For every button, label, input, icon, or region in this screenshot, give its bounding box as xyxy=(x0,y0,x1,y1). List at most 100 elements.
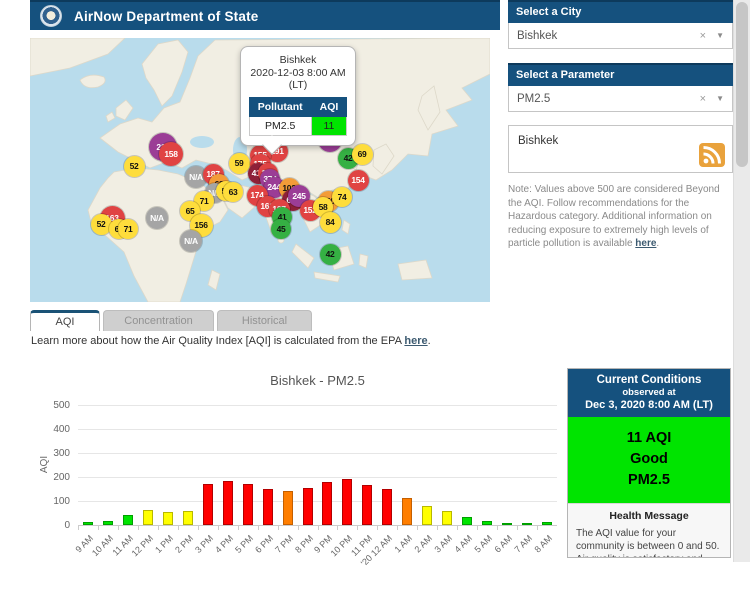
current-conditions-header: Current Conditions observed at Dec 3, 20… xyxy=(568,369,730,417)
city-select-value: Bishkek xyxy=(517,30,700,42)
aqi-world-map[interactable]: 21315852N/A18768N/A546359716515616352627… xyxy=(30,38,490,302)
chart-x-tick xyxy=(218,526,219,530)
chart-bar[interactable] xyxy=(263,489,273,525)
app-title: AirNow Department of State xyxy=(74,9,258,24)
map-aqi-marker[interactable]: 69 xyxy=(352,144,373,165)
clear-icon[interactable]: × xyxy=(700,30,706,42)
chart-bar[interactable] xyxy=(342,479,352,525)
chart-bar[interactable] xyxy=(482,521,492,525)
feed-box[interactable]: Bishkek xyxy=(508,125,733,173)
aqi-bar-chart: Bishkek - PM2.5 AQI 01002003004005009 AM… xyxy=(30,365,562,562)
learn-more-text: Learn more about how the Air Quality Ind… xyxy=(31,335,404,347)
tab-concentration[interactable]: Concentration xyxy=(103,310,214,331)
chart-x-tick xyxy=(437,526,438,530)
chart-x-tick xyxy=(258,526,259,530)
chart-x-tick xyxy=(497,526,498,530)
map-aqi-marker[interactable]: N/A xyxy=(180,230,202,252)
chart-x-tick xyxy=(517,526,518,530)
chart-y-tick-label: 400 xyxy=(38,424,70,435)
current-conditions-title: Current Conditions xyxy=(572,374,726,386)
chart-plot-area: 01002003004005009 AM10 AM11 AM12 PM1 PM2… xyxy=(78,406,557,526)
map-aqi-marker[interactable]: 84 xyxy=(320,212,341,233)
chart-y-tick-label: 0 xyxy=(38,520,70,531)
vertical-scrollbar[interactable] xyxy=(733,0,750,562)
chart-bar[interactable] xyxy=(183,511,193,525)
chart-bar[interactable] xyxy=(362,485,372,525)
chart-bar[interactable] xyxy=(163,512,173,525)
tab-aqi[interactable]: AQI xyxy=(30,310,100,331)
chart-gridline xyxy=(78,501,557,502)
parameter-select-label: Select a Parameter xyxy=(508,63,733,86)
chart-bar[interactable] xyxy=(243,484,253,525)
parameter-select[interactable]: PM2.5 × ▼ xyxy=(508,86,733,112)
chart-bar[interactable] xyxy=(402,498,412,525)
chevron-down-icon[interactable]: ▼ xyxy=(716,31,724,40)
map-aqi-marker[interactable]: 154 xyxy=(348,170,369,191)
chart-x-tick xyxy=(417,526,418,530)
map-aqi-marker[interactable]: 71 xyxy=(118,219,138,239)
learn-more-here-link[interactable]: here xyxy=(404,335,427,347)
learn-more-line: Learn more about how the Air Quality Ind… xyxy=(31,335,431,347)
chart-x-tick xyxy=(178,526,179,530)
observed-datetime: Dec 3, 2020 8:00 AM (LT) xyxy=(572,399,726,411)
chart-bar[interactable] xyxy=(143,510,153,525)
chart-bar[interactable] xyxy=(422,506,432,525)
chart-bar[interactable] xyxy=(542,522,552,525)
note-here-link[interactable]: here xyxy=(635,238,656,249)
chart-x-tick xyxy=(78,526,79,530)
city-select-label: Select a City xyxy=(508,0,733,23)
health-message-text: The AQI value for your community is betw… xyxy=(576,527,722,558)
chart-x-tick xyxy=(318,526,319,530)
parameter-select-box: Select a Parameter PM2.5 × ▼ xyxy=(508,63,733,112)
chart-bar[interactable] xyxy=(283,491,293,525)
tab-historical[interactable]: Historical xyxy=(217,310,312,331)
chart-bar[interactable] xyxy=(203,484,213,525)
chart-bar[interactable] xyxy=(322,482,332,525)
chart-bar[interactable] xyxy=(382,489,392,525)
chart-bar[interactable] xyxy=(462,517,472,525)
current-conditions-panel: Current Conditions observed at Dec 3, 20… xyxy=(567,368,731,558)
tooltip-col-pollutant: Pollutant xyxy=(249,97,311,116)
scrollbar-thumb[interactable] xyxy=(736,2,748,167)
map-aqi-marker[interactable]: 42 xyxy=(320,244,341,265)
chart-bar[interactable] xyxy=(223,481,233,525)
chart-x-tick xyxy=(138,526,139,530)
chart-x-tick xyxy=(298,526,299,530)
chevron-down-icon[interactable]: ▼ xyxy=(716,94,724,103)
health-message-title: Health Message xyxy=(576,510,722,522)
chart-bar[interactable] xyxy=(123,515,133,525)
map-aqi-marker[interactable]: 45 xyxy=(271,219,291,239)
tooltip-timezone: (LT) xyxy=(245,79,351,92)
health-message-block: Health Message The AQI value for your co… xyxy=(568,503,730,558)
chart-x-tick xyxy=(198,526,199,530)
chart-bar[interactable] xyxy=(83,522,93,525)
chart-bar[interactable] xyxy=(303,488,313,525)
chart-bar[interactable] xyxy=(502,523,512,525)
map-aqi-marker[interactable]: N/A xyxy=(146,207,168,229)
tooltip-city: Bishkek xyxy=(245,54,351,67)
chart-x-tick xyxy=(397,526,398,530)
map-aqi-marker[interactable]: 59 xyxy=(229,153,250,174)
map-aqi-marker[interactable]: 74 xyxy=(332,187,352,207)
chart-bar[interactable] xyxy=(522,523,532,525)
map-aqi-marker[interactable]: 52 xyxy=(124,156,145,177)
chart-y-tick-label: 200 xyxy=(38,472,70,483)
map-aqi-marker[interactable]: 63 xyxy=(223,182,243,202)
map-aqi-marker[interactable]: 158 xyxy=(159,142,183,166)
chart-gridline xyxy=(78,477,557,478)
note-text: Note: Values above 500 are considered Be… xyxy=(508,184,720,249)
chart-bar[interactable] xyxy=(442,511,452,525)
tooltip-col-aqi: AQI xyxy=(311,97,347,116)
chart-y-tick-label: 300 xyxy=(38,448,70,459)
tooltip-aqi-value: 11 xyxy=(311,116,347,135)
app-header: AirNow Department of State xyxy=(30,0,500,30)
chart-y-tick-label: 100 xyxy=(38,496,70,507)
chart-gridline xyxy=(78,453,557,454)
tooltip-datetime: 2020-12-03 8:00 AM xyxy=(245,67,351,80)
chart-title: Bishkek - PM2.5 xyxy=(78,373,557,388)
city-select[interactable]: Bishkek × ▼ xyxy=(508,23,733,49)
aqi-pollutant: PM2.5 xyxy=(568,470,730,491)
chart-bar[interactable] xyxy=(103,521,113,525)
clear-icon[interactable]: × xyxy=(700,93,706,105)
rss-icon[interactable] xyxy=(699,143,725,167)
